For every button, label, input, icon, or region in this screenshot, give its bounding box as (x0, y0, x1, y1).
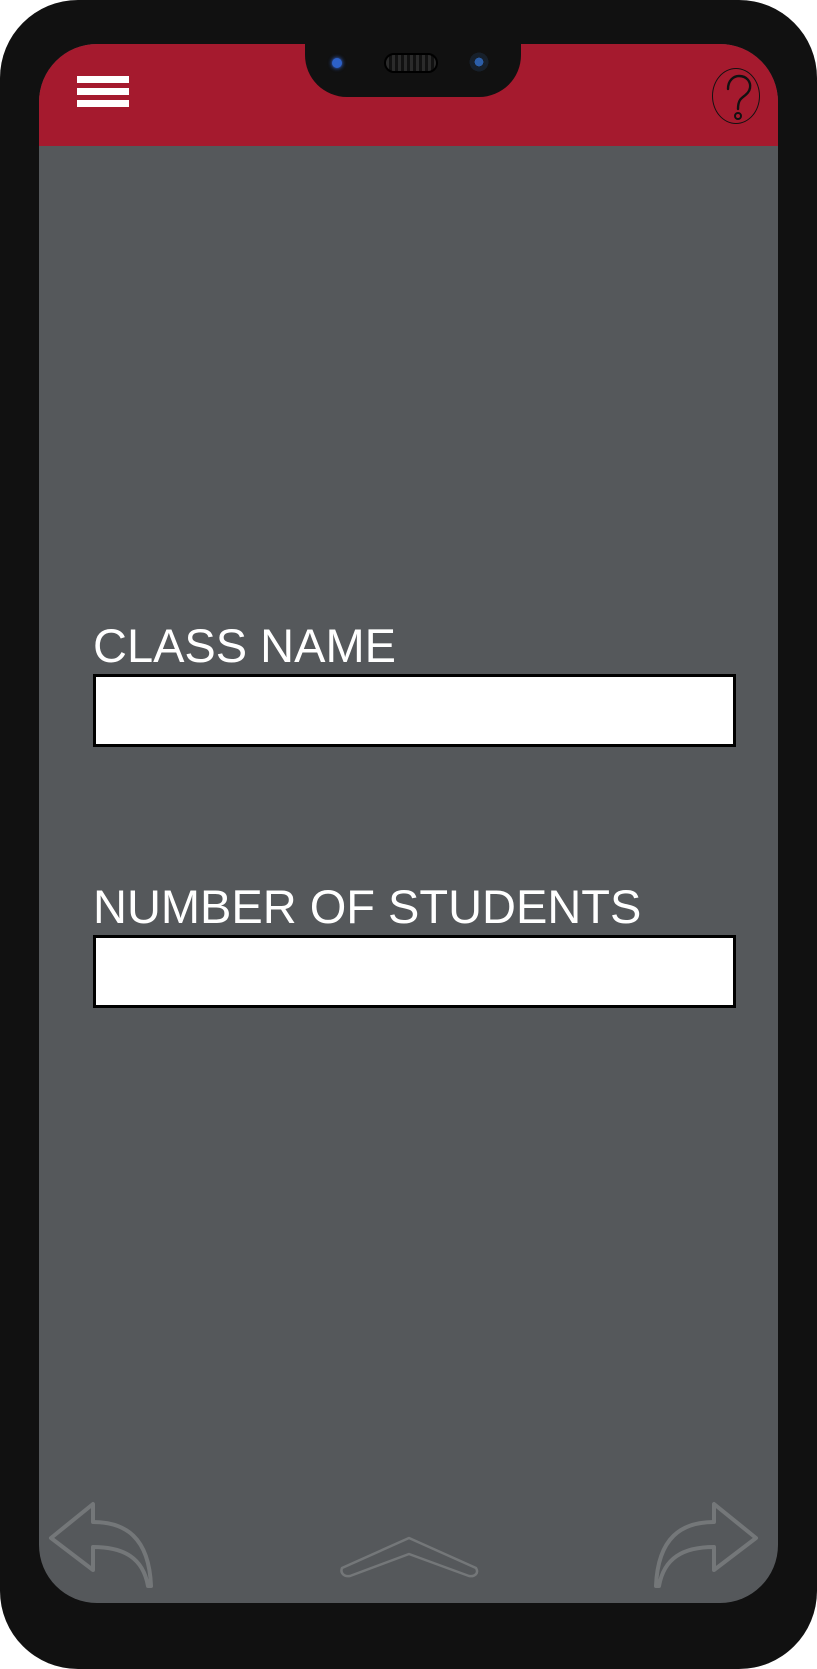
app-screen: CLASS NAME NUMBER OF STUDENTS (39, 44, 778, 1603)
speaker-icon (384, 53, 438, 73)
class-name-label: CLASS NAME (93, 619, 396, 672)
menu-line (77, 76, 129, 83)
number-of-students-label: NUMBER OF STUDENTS (93, 880, 642, 933)
front-camera-icon (467, 50, 491, 74)
sensor-icon (332, 58, 342, 68)
question-mark-icon[interactable] (712, 68, 760, 124)
class-name-input[interactable] (93, 674, 736, 747)
forward-arrow-icon[interactable] (652, 1500, 760, 1596)
menu-line (77, 100, 129, 107)
hamburger-menu-icon[interactable] (77, 76, 129, 112)
number-of-students-input[interactable] (93, 935, 736, 1008)
chevron-up-icon[interactable] (337, 1534, 482, 1584)
question-mark-glyph (726, 74, 752, 120)
app-header (39, 44, 778, 146)
menu-line (77, 88, 129, 95)
phone-frame: CLASS NAME NUMBER OF STUDENTS (0, 0, 817, 1669)
back-arrow-icon[interactable] (47, 1500, 155, 1596)
phone-notch (305, 44, 521, 97)
